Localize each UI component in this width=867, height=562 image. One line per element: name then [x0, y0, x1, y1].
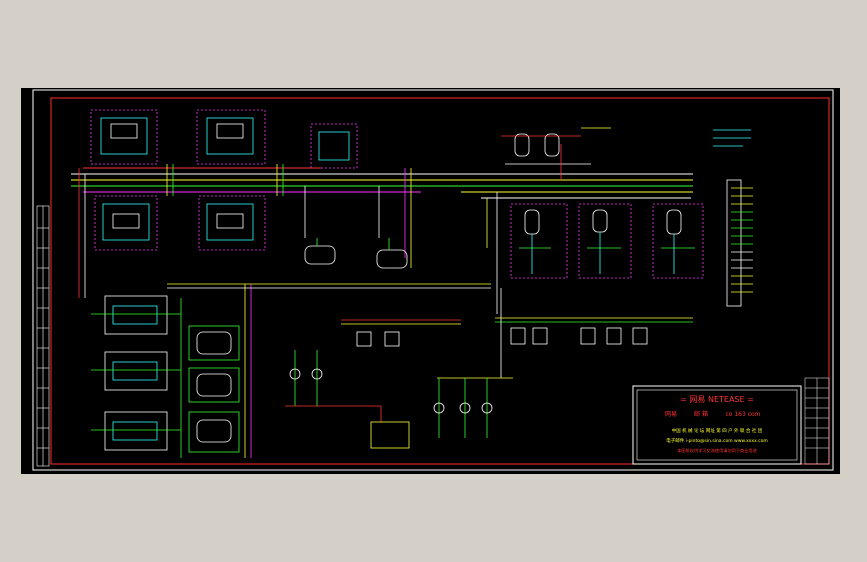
right-pump-groups — [486, 192, 704, 314]
banner-text: = 网易 NETEASE = — [680, 395, 754, 404]
cooling-units — [91, 295, 181, 451]
line1-b: 邮 箱 — [694, 410, 708, 418]
left-revision-strip — [36, 205, 50, 467]
hvac-schematic: = 网易 NETEASE = 网易 邮 箱 co 163 com 中国 机 械 … — [32, 89, 834, 471]
middle-pump-row — [285, 319, 461, 422]
line1-c: co 163 com — [725, 411, 760, 418]
right-revision-strip — [804, 377, 830, 465]
legend-column — [713, 129, 753, 307]
top-right-tanks — [501, 127, 611, 180]
bottom-pump-group — [370, 378, 493, 449]
line2: 中国 机 械 论 坛 网址 第 四 户 外 联 合 社 团 — [672, 427, 763, 434]
heat-exchangers — [167, 283, 491, 458]
right-pump-row — [437, 288, 693, 379]
title-block: = 网易 NETEASE = 网易 邮 箱 co 163 com 中国 机 械 … — [632, 385, 802, 465]
line4: 本图纸仅供学习交流使用请勿用于商业用途 — [677, 447, 757, 454]
line3: 电子邮件 i-pinto@sin.sina.com www.xxxx.com — [666, 437, 768, 444]
drawing-viewport: = 网易 NETEASE = 网易 邮 箱 co 163 com 中国 机 械 … — [21, 88, 840, 474]
main-header-pipes — [71, 167, 693, 199]
vertical-drops — [78, 164, 412, 298]
middle-vessels — [304, 238, 408, 269]
line1-a: 网易 — [665, 411, 677, 418]
